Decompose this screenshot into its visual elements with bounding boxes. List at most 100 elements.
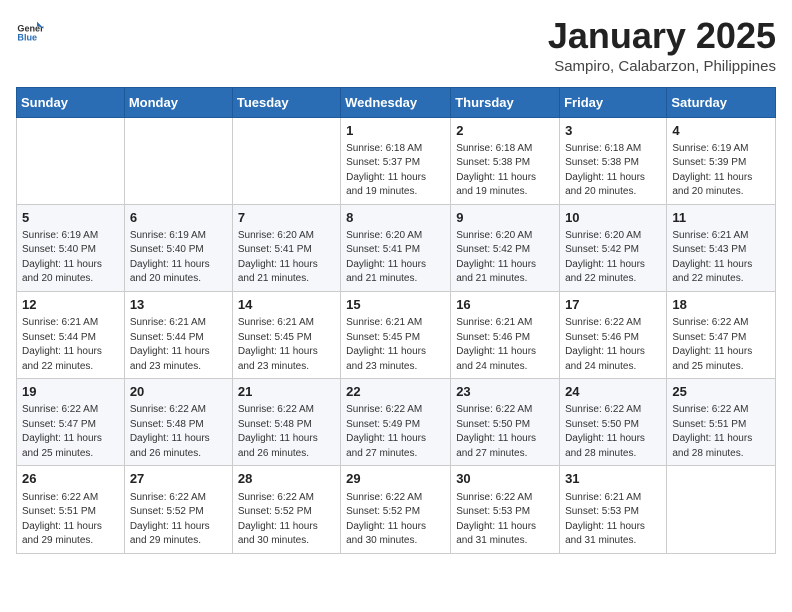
location-title: Sampiro, Calabarzon, Philippines xyxy=(548,58,776,75)
day-number: 12 xyxy=(22,296,119,314)
day-info: Sunrise: 6:22 AM Sunset: 5:48 PM Dayligh… xyxy=(130,403,227,461)
day-number: 15 xyxy=(346,296,445,314)
day-number: 17 xyxy=(565,296,661,314)
calendar-cell: 17 Sunrise: 6:22 AM Sunset: 5:46 PM Dayli… xyxy=(560,291,667,378)
calendar-cell: 19 Sunrise: 6:22 AM Sunset: 5:47 PM Dayli… xyxy=(17,379,125,466)
weekday-header-friday: Friday xyxy=(560,87,667,117)
calendar-cell xyxy=(232,117,340,204)
day-info: Sunrise: 6:18 AM Sunset: 5:38 PM Dayligh… xyxy=(456,142,554,200)
day-number: 5 xyxy=(22,209,119,227)
day-info: Sunrise: 6:20 AM Sunset: 5:41 PM Dayligh… xyxy=(346,229,445,287)
calendar-cell: 1 Sunrise: 6:18 AM Sunset: 5:37 PM Daylig… xyxy=(341,117,451,204)
day-number: 25 xyxy=(672,383,770,401)
svg-text:Blue: Blue xyxy=(17,33,37,43)
calendar-cell: 30 Sunrise: 6:22 AM Sunset: 5:53 PM Dayli… xyxy=(451,466,560,553)
day-info: Sunrise: 6:21 AM Sunset: 5:45 PM Dayligh… xyxy=(346,316,445,374)
day-number: 7 xyxy=(238,209,335,227)
day-info: Sunrise: 6:21 AM Sunset: 5:46 PM Dayligh… xyxy=(456,316,554,374)
day-info: Sunrise: 6:22 AM Sunset: 5:47 PM Dayligh… xyxy=(672,316,770,374)
title-block: January 2025 Sampiro, Calabarzon, Philip… xyxy=(548,16,776,75)
day-number: 6 xyxy=(130,209,227,227)
day-info: Sunrise: 6:19 AM Sunset: 5:39 PM Dayligh… xyxy=(672,142,770,200)
day-number: 26 xyxy=(22,470,119,488)
calendar-cell: 24Sunrise: 6:22 AM Sunset: 5:50 PM Dayli… xyxy=(560,379,667,466)
day-number: 14 xyxy=(238,296,335,314)
day-number: 10 xyxy=(565,209,661,227)
weekday-header-tuesday: Tuesday xyxy=(232,87,340,117)
calendar-cell: 18 Sunrise: 6:22 AM Sunset: 5:47 PM Dayli… xyxy=(667,291,776,378)
day-info: Sunrise: 6:21 AM Sunset: 5:44 PM Dayligh… xyxy=(22,316,119,374)
day-info: Sunrise: 6:20 AM Sunset: 5:41 PM Dayligh… xyxy=(238,229,335,287)
calendar-cell: 16Sunrise: 6:21 AM Sunset: 5:46 PM Dayli… xyxy=(451,291,560,378)
day-info: Sunrise: 6:22 AM Sunset: 5:46 PM Dayligh… xyxy=(565,316,661,374)
day-number: 18 xyxy=(672,296,770,314)
weekday-header-saturday: Saturday xyxy=(667,87,776,117)
calendar-week-row: 12 Sunrise: 6:21 AM Sunset: 5:44 PM Dayli… xyxy=(17,291,776,378)
calendar-cell: 21Sunrise: 6:22 AM Sunset: 5:48 PM Dayli… xyxy=(232,379,340,466)
day-info: Sunrise: 6:22 AM Sunset: 5:52 PM Dayligh… xyxy=(346,491,445,549)
day-info: Sunrise: 6:22 AM Sunset: 5:49 PM Dayligh… xyxy=(346,403,445,461)
day-number: 21 xyxy=(238,383,335,401)
day-number: 31 xyxy=(565,470,661,488)
day-number: 28 xyxy=(238,470,335,488)
calendar-cell: 28 Sunrise: 6:22 AM Sunset: 5:52 PM Dayli… xyxy=(232,466,340,553)
calendar-cell: 22 Sunrise: 6:22 AM Sunset: 5:49 PM Dayli… xyxy=(341,379,451,466)
day-number: 22 xyxy=(346,383,445,401)
day-info: Sunrise: 6:20 AM Sunset: 5:42 PM Dayligh… xyxy=(565,229,661,287)
calendar-cell: 31 Sunrise: 6:21 AM Sunset: 5:53 PM Dayli… xyxy=(560,466,667,553)
day-number: 23 xyxy=(456,383,554,401)
calendar-cell: 2Sunrise: 6:18 AM Sunset: 5:38 PM Daylig… xyxy=(451,117,560,204)
calendar-cell: 13 Sunrise: 6:21 AM Sunset: 5:44 PM Dayli… xyxy=(124,291,232,378)
calendar-cell: 25 Sunrise: 6:22 AM Sunset: 5:51 PM Dayli… xyxy=(667,379,776,466)
day-number: 4 xyxy=(672,122,770,140)
calendar-week-row: 26 Sunrise: 6:22 AM Sunset: 5:51 PM Dayli… xyxy=(17,466,776,553)
calendar-week-row: 19 Sunrise: 6:22 AM Sunset: 5:47 PM Dayli… xyxy=(17,379,776,466)
calendar-cell: 6 Sunrise: 6:19 AM Sunset: 5:40 PM Daylig… xyxy=(124,204,232,291)
day-number: 1 xyxy=(346,122,445,140)
weekday-header-monday: Monday xyxy=(124,87,232,117)
calendar-cell: 14 Sunrise: 6:21 AM Sunset: 5:45 PM Dayli… xyxy=(232,291,340,378)
day-info: Sunrise: 6:22 AM Sunset: 5:50 PM Dayligh… xyxy=(456,403,554,461)
day-info: Sunrise: 6:19 AM Sunset: 5:40 PM Dayligh… xyxy=(130,229,227,287)
day-number: 9 xyxy=(456,209,554,227)
weekday-header-row: SundayMondayTuesdayWednesdayThursdayFrid… xyxy=(17,87,776,117)
calendar-cell: 5 Sunrise: 6:19 AM Sunset: 5:40 PM Daylig… xyxy=(17,204,125,291)
day-info: Sunrise: 6:22 AM Sunset: 5:52 PM Dayligh… xyxy=(238,491,335,549)
day-info: Sunrise: 6:22 AM Sunset: 5:51 PM Dayligh… xyxy=(672,403,770,461)
day-info: Sunrise: 6:22 AM Sunset: 5:52 PM Dayligh… xyxy=(130,491,227,549)
day-info: Sunrise: 6:21 AM Sunset: 5:44 PM Dayligh… xyxy=(130,316,227,374)
day-info: Sunrise: 6:20 AM Sunset: 5:42 PM Dayligh… xyxy=(456,229,554,287)
day-info: Sunrise: 6:22 AM Sunset: 5:53 PM Dayligh… xyxy=(456,491,554,549)
day-info: Sunrise: 6:22 AM Sunset: 5:47 PM Dayligh… xyxy=(22,403,119,461)
calendar-cell: 23 Sunrise: 6:22 AM Sunset: 5:50 PM Dayli… xyxy=(451,379,560,466)
day-number: 19 xyxy=(22,383,119,401)
day-number: 30 xyxy=(456,470,554,488)
calendar-week-row: 1 Sunrise: 6:18 AM Sunset: 5:37 PM Daylig… xyxy=(17,117,776,204)
logo-icon: General Blue xyxy=(16,16,44,44)
calendar-cell: 11 Sunrise: 6:21 AM Sunset: 5:43 PM Dayli… xyxy=(667,204,776,291)
calendar-cell: 8Sunrise: 6:20 AM Sunset: 5:41 PM Daylig… xyxy=(341,204,451,291)
day-info: Sunrise: 6:22 AM Sunset: 5:51 PM Dayligh… xyxy=(22,491,119,549)
day-info: Sunrise: 6:19 AM Sunset: 5:40 PM Dayligh… xyxy=(22,229,119,287)
day-info: Sunrise: 6:21 AM Sunset: 5:45 PM Dayligh… xyxy=(238,316,335,374)
calendar-cell: 12 Sunrise: 6:21 AM Sunset: 5:44 PM Dayli… xyxy=(17,291,125,378)
logo: General Blue xyxy=(16,16,44,44)
calendar-cell: 15 Sunrise: 6:21 AM Sunset: 5:45 PM Dayli… xyxy=(341,291,451,378)
day-info: Sunrise: 6:18 AM Sunset: 5:37 PM Dayligh… xyxy=(346,142,445,200)
calendar-cell: 27Sunrise: 6:22 AM Sunset: 5:52 PM Dayli… xyxy=(124,466,232,553)
day-number: 13 xyxy=(130,296,227,314)
month-title: January 2025 xyxy=(548,16,776,56)
calendar-cell xyxy=(17,117,125,204)
day-number: 29 xyxy=(346,470,445,488)
weekday-header-thursday: Thursday xyxy=(451,87,560,117)
calendar-cell: 4 Sunrise: 6:19 AM Sunset: 5:39 PM Daylig… xyxy=(667,117,776,204)
day-info: Sunrise: 6:18 AM Sunset: 5:38 PM Dayligh… xyxy=(565,142,661,200)
calendar-cell xyxy=(667,466,776,553)
day-number: 11 xyxy=(672,209,770,227)
day-number: 20 xyxy=(130,383,227,401)
calendar-cell: 7 Sunrise: 6:20 AM Sunset: 5:41 PM Daylig… xyxy=(232,204,340,291)
day-info: Sunrise: 6:21 AM Sunset: 5:43 PM Dayligh… xyxy=(672,229,770,287)
calendar-cell: 3Sunrise: 6:18 AM Sunset: 5:38 PM Daylig… xyxy=(560,117,667,204)
day-number: 24 xyxy=(565,383,661,401)
day-info: Sunrise: 6:21 AM Sunset: 5:53 PM Dayligh… xyxy=(565,491,661,549)
